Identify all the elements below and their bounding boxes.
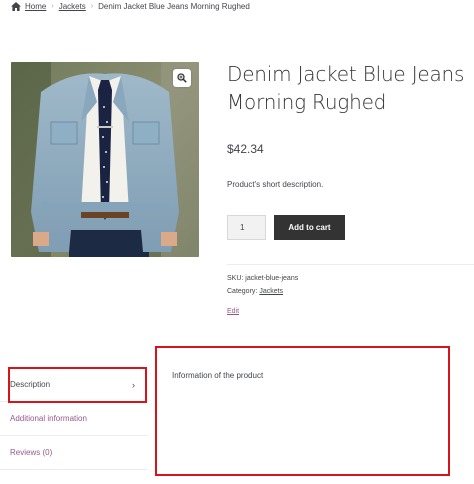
product-category: Category: Jackets xyxy=(227,288,283,295)
product-sku: SKU: jacket-blue-jeans xyxy=(227,275,298,282)
tab-reviews[interactable]: Reviews (0) xyxy=(0,436,148,470)
product-title: Denim Jacket Blue Jeans Morning Rughed xyxy=(227,62,465,114)
sku-value: jacket-blue-jeans xyxy=(245,275,299,282)
product-short-description: Product's short description. xyxy=(227,180,324,189)
product-image[interactable] xyxy=(11,62,199,257)
magnifier-zoom-icon xyxy=(177,73,187,83)
home-icon xyxy=(11,2,21,11)
breadcrumb-category-link[interactable]: Jackets xyxy=(59,2,86,11)
tab-panel-content: Information of the product xyxy=(172,371,264,380)
category-link[interactable]: Jackets xyxy=(259,288,283,295)
tab-label: Reviews (0) xyxy=(10,448,53,457)
category-label: Category: xyxy=(227,288,258,295)
quantity-input[interactable]: 1 xyxy=(227,215,266,240)
tab-additional-information[interactable]: Additional information xyxy=(0,402,148,436)
tab-panel-highlight-box xyxy=(155,346,450,476)
tab-label: Additional information xyxy=(10,414,87,423)
product-price: $42.34 xyxy=(227,142,264,156)
zoom-button[interactable] xyxy=(173,69,191,87)
tab-highlight-box xyxy=(8,367,147,403)
add-to-cart-button[interactable]: Add to cart xyxy=(274,215,345,240)
breadcrumb-home-link[interactable]: Home xyxy=(25,2,46,11)
divider xyxy=(227,264,474,265)
product-photo xyxy=(11,62,199,257)
breadcrumb-separator: › xyxy=(51,3,54,10)
sku-label: SKU: xyxy=(227,275,244,282)
breadcrumb: Home › Jackets › Denim Jacket Blue Jeans… xyxy=(11,2,250,11)
edit-link[interactable]: Edit xyxy=(227,308,239,315)
breadcrumb-current: Denim Jacket Blue Jeans Morning Rughed xyxy=(98,2,250,11)
breadcrumb-separator: › xyxy=(90,3,94,10)
